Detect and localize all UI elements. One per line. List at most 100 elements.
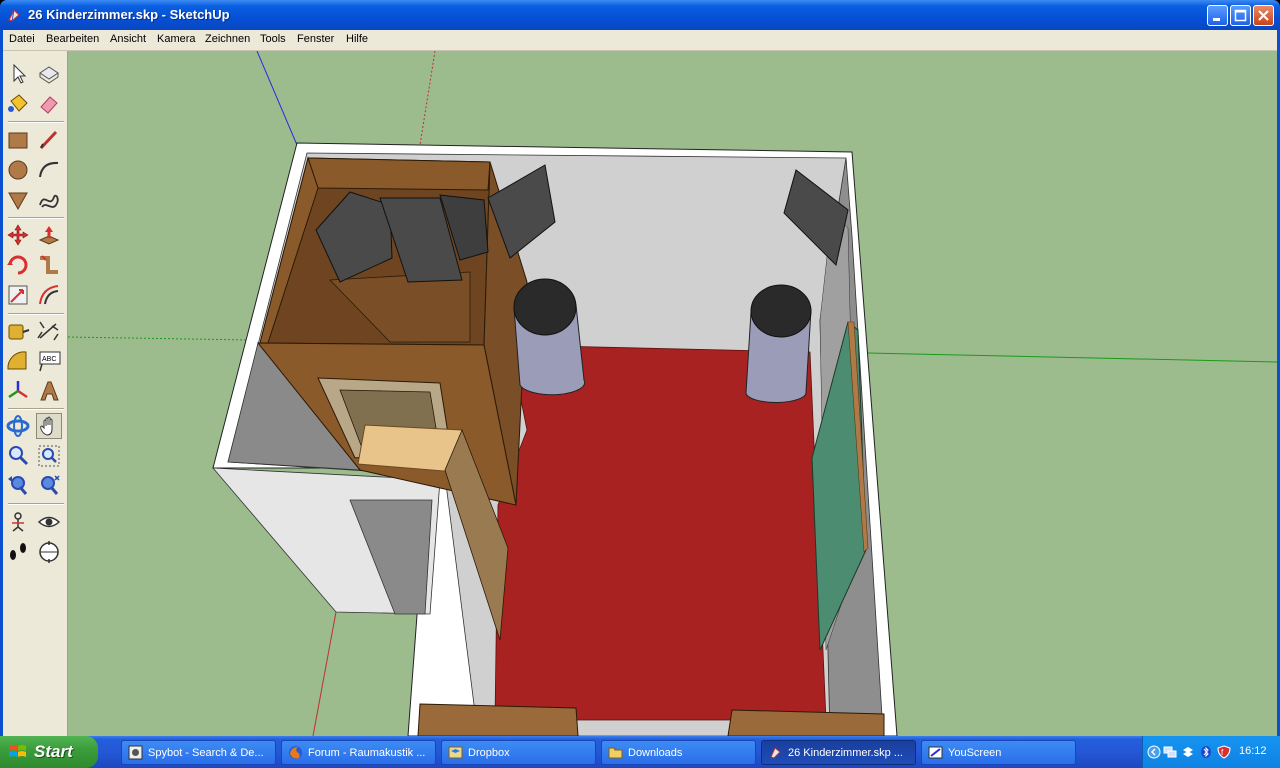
security-shield-icon[interactable]: f [1217, 745, 1231, 759]
blue-axis [256, 51, 298, 146]
previous-view-icon [8, 476, 28, 495]
3d-text-tool[interactable] [36, 378, 62, 404]
polygon-tool[interactable] [5, 187, 31, 213]
network-icon[interactable] [1163, 745, 1177, 759]
taskbar-button-downloads[interactable]: Downloads [601, 740, 756, 765]
tray-expand-icon[interactable] [1147, 745, 1161, 759]
taskbar-clock: 16:12 [1239, 745, 1267, 757]
dimension-tool[interactable] [36, 318, 62, 344]
taskbar-button-sketchup[interactable]: 26 Kinderzimmer.skp ... [761, 740, 916, 765]
push-pull-tool[interactable] [36, 222, 62, 248]
windows-logo-icon [9, 745, 26, 757]
large-tool-set: ABC [3, 51, 68, 736]
text-tool-label: ABC [42, 356, 56, 363]
make-component-tool[interactable] [36, 61, 62, 87]
scale-tool[interactable] [5, 282, 31, 308]
taskbar-button-forum[interactable]: Forum - Raumakustik ... [281, 740, 436, 765]
close-button[interactable] [1253, 5, 1274, 26]
offset-tool[interactable] [36, 282, 62, 308]
bass-trap-right-top [750, 284, 812, 338]
magnifier-icon [9, 446, 29, 466]
component-icon [39, 66, 59, 84]
paint-bucket-tool[interactable] [5, 91, 31, 117]
look-around-tool[interactable] [36, 509, 62, 535]
close-icon [1258, 10, 1269, 21]
youscreen-icon [928, 746, 943, 759]
offset-icon [39, 285, 59, 305]
footprints-icon [10, 543, 26, 560]
title-bar: 26 Kinderzimmer.skp - SketchUp [0, 0, 1280, 30]
axes-icon [8, 381, 28, 399]
line-tool[interactable] [36, 127, 62, 153]
section-plane-icon [39, 541, 59, 563]
protractor-tool[interactable] [5, 348, 31, 374]
select-tool[interactable] [5, 61, 31, 87]
rotate-tool[interactable] [5, 252, 31, 278]
position-camera-icon [12, 512, 24, 532]
zoom-tool[interactable] [5, 443, 31, 469]
zoom-window-tool[interactable] [36, 443, 62, 469]
freehand-tool[interactable] [36, 187, 62, 213]
follow-me-icon [40, 255, 58, 274]
menu-hilfe[interactable]: Hilfe [346, 33, 368, 45]
follow-me-tool[interactable] [36, 252, 62, 278]
3d-text-icon [40, 381, 59, 401]
arc-tool[interactable] [36, 157, 62, 183]
circle-tool[interactable] [5, 157, 31, 183]
taskbar-label: Downloads [628, 747, 683, 759]
previous-view-tool[interactable] [5, 473, 31, 499]
menu-bearbeiten[interactable]: Bearbeiten [46, 33, 99, 45]
menu-ansicht[interactable]: Ansicht [110, 33, 146, 45]
minimize-button[interactable] [1207, 5, 1228, 26]
firefox-icon [289, 746, 302, 759]
menu-tools[interactable]: Tools [260, 33, 286, 45]
orbit-tool[interactable] [5, 413, 31, 439]
toolbar-separator [8, 313, 64, 315]
red-axis-dashed [419, 51, 436, 146]
taskbar-button-spybot[interactable]: Spybot - Search & De... [121, 740, 276, 765]
toolbar-separator [8, 408, 64, 410]
green-axis [867, 352, 1277, 363]
rectangle-icon [8, 132, 28, 149]
taskbar-button-youscreen[interactable]: YouScreen [921, 740, 1076, 765]
tape-measure-tool[interactable] [5, 318, 31, 344]
drawing-viewport[interactable] [68, 51, 1277, 736]
move-tool[interactable] [5, 222, 31, 248]
taskbar-label: 26 Kinderzimmer.skp ... [788, 747, 903, 759]
start-label: Start [34, 742, 73, 761]
dropbox-tray-icon[interactable] [1181, 745, 1195, 759]
folder-icon [608, 747, 623, 759]
model-canvas[interactable] [68, 51, 1277, 736]
zoom-extents-icon [41, 475, 60, 495]
axes-tool[interactable] [5, 378, 31, 404]
rectangle-tool[interactable] [5, 127, 31, 153]
pan-tool[interactable] [36, 413, 62, 439]
menu-datei[interactable]: Datei [9, 33, 35, 45]
taskbar-label: Spybot - Search & De... [148, 747, 264, 759]
circle-icon [8, 160, 28, 180]
menu-zeichnen[interactable]: Zeichnen [205, 33, 250, 45]
menu-kamera[interactable]: Kamera [157, 33, 196, 45]
eraser-tool[interactable] [36, 91, 62, 117]
eraser-icon [40, 96, 58, 114]
walk-tool[interactable] [5, 539, 31, 565]
dropbox-icon [448, 746, 463, 759]
start-button[interactable]: Start [0, 736, 98, 768]
paint-bucket-icon [8, 94, 28, 112]
toolbar-separator [8, 217, 64, 219]
pencil-icon [39, 130, 58, 150]
maximize-button[interactable] [1230, 5, 1251, 26]
text-tool[interactable]: ABC [36, 348, 62, 374]
bluetooth-icon[interactable] [1199, 745, 1213, 759]
section-plane-tool[interactable] [36, 539, 62, 565]
taskbar-button-dropbox[interactable]: Dropbox [441, 740, 596, 765]
eye-icon [37, 516, 61, 528]
menu-fenster[interactable]: Fenster [297, 33, 334, 45]
window-title: 26 Kinderzimmer.skp - SketchUp [28, 7, 230, 22]
arrow-cursor-icon [13, 63, 27, 84]
position-camera-tool[interactable] [5, 509, 31, 535]
protractor-icon [7, 351, 27, 370]
freehand-icon [39, 194, 59, 208]
zoom-window-icon [38, 445, 60, 467]
zoom-extents-tool[interactable] [36, 473, 62, 499]
